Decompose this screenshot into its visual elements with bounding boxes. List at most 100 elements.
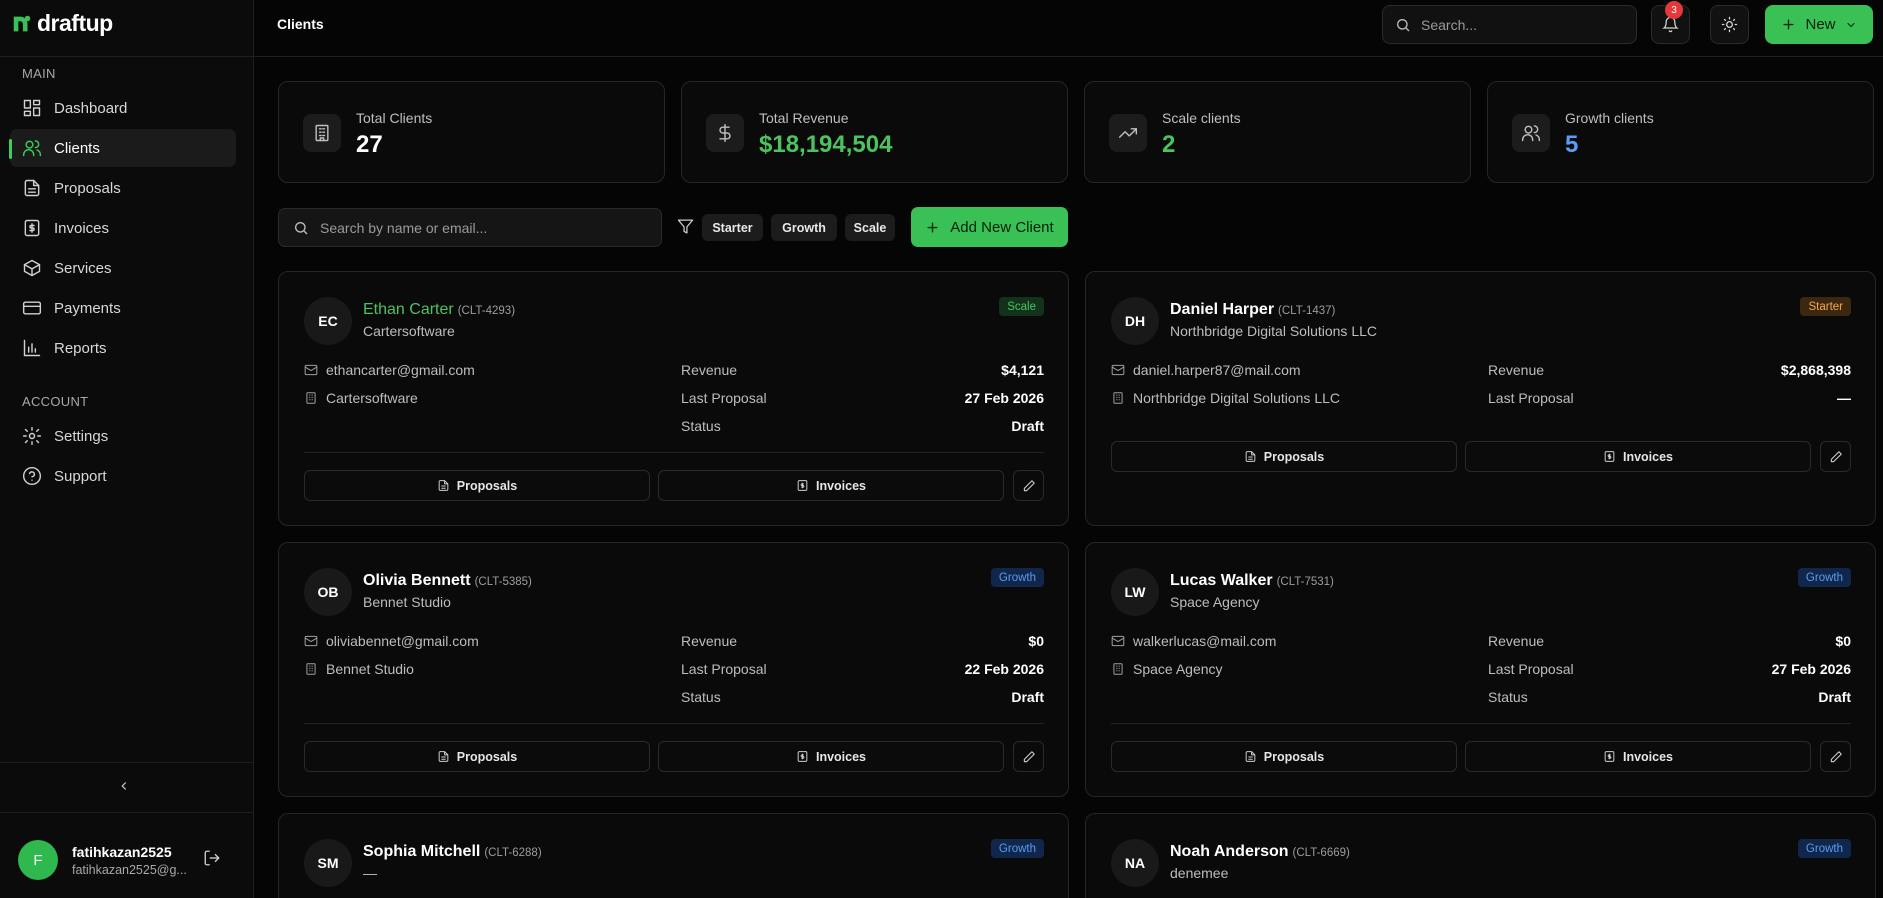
avatar: LW <box>1111 568 1159 616</box>
sidebar-item-label: Proposals <box>54 179 121 197</box>
invoices-button[interactable]: Invoices <box>1465 741 1811 772</box>
invoices-button[interactable]: Invoices <box>658 470 1004 501</box>
sidebar-item-support[interactable]: Support <box>10 457 236 495</box>
plan-badge: Starter <box>1800 297 1851 316</box>
user-email: fatihkazan2525@g... <box>72 862 187 877</box>
sidebar-item-services[interactable]: Services <box>10 249 236 287</box>
receipt-icon <box>1604 751 1615 762</box>
sidebar-item-dashboard[interactable]: Dashboard <box>10 89 236 127</box>
brand-name: draftup <box>37 10 113 36</box>
sidebar-item-label: Payments <box>54 299 121 317</box>
mail-icon <box>304 635 318 647</box>
sidebar-item-reports[interactable]: Reports <box>10 329 236 367</box>
invoices-button[interactable]: Invoices <box>1465 441 1811 472</box>
filter-button[interactable] <box>677 218 695 236</box>
edit-client-button[interactable] <box>1820 741 1851 772</box>
brand-logo[interactable]: draftup <box>11 10 113 37</box>
client-card: OB Olivia Bennett (CLT-5385) Bennet Studi… <box>278 542 1069 797</box>
building-icon <box>1113 663 1123 675</box>
user-profile[interactable]: F fatihkazan2525 fatihkazan2525@g... <box>18 840 187 880</box>
revenue-label: Revenue <box>1488 633 1545 649</box>
chevron-left-icon <box>121 782 127 790</box>
plan-badge: Scale <box>999 297 1044 316</box>
pencil-icon <box>1023 479 1035 491</box>
last-proposal-label: Last Proposal <box>1488 661 1574 677</box>
app-root: draftup MAIN Dashboard Clients Proposals… <box>0 0 1883 898</box>
dollar-icon <box>719 123 731 143</box>
client-company: Bennet Studio <box>363 594 451 610</box>
client-id: (CLT-7531) <box>1276 576 1334 588</box>
file-text-icon <box>24 179 40 197</box>
client-company: Northbridge Digital Solutions LLC <box>1170 323 1377 339</box>
trending-up-icon <box>1118 128 1138 138</box>
help-circle-icon <box>22 466 42 486</box>
client-name[interactable]: Ethan Carter (CLT-4293) <box>363 301 515 319</box>
sidebar-item-clients[interactable]: Clients <box>9 129 236 167</box>
status-label: Status <box>681 418 721 434</box>
filter-chip-growth[interactable]: Growth <box>771 214 837 241</box>
revenue-label: Revenue <box>1488 362 1545 378</box>
client-name[interactable]: Daniel Harper (CLT-1437) <box>1170 301 1335 319</box>
new-button[interactable]: New <box>1765 5 1873 44</box>
last-proposal-label: Last Proposal <box>681 661 767 677</box>
status-label: Status <box>681 689 721 705</box>
sidebar-item-invoices[interactable]: Invoices <box>10 209 236 247</box>
building-icon <box>306 663 316 675</box>
sidebar-item-payments[interactable]: Payments <box>10 289 236 327</box>
filter-chip-starter[interactable]: Starter <box>702 214 763 241</box>
add-new-client-label: Add New Client <box>950 218 1054 236</box>
stat-label: Growth clients <box>1565 110 1654 126</box>
sidebar-divider <box>0 812 254 813</box>
stat-value: 5 <box>1565 131 1579 158</box>
proposals-button[interactable]: Proposals <box>1111 741 1457 772</box>
gear-icon <box>22 426 42 446</box>
add-new-client-button[interactable]: Add New Client <box>911 207 1068 247</box>
file-text-icon <box>438 751 449 762</box>
revenue-value: $0 <box>1835 633 1851 649</box>
plus-icon <box>1783 19 1795 30</box>
edit-client-button[interactable] <box>1013 741 1044 772</box>
edit-client-button[interactable] <box>1820 441 1851 472</box>
client-search-input[interactable] <box>320 219 650 236</box>
notifications-button[interactable]: 3 <box>1651 1 1690 44</box>
client-id: (CLT-6669) <box>1292 847 1350 859</box>
edit-client-button[interactable] <box>1013 470 1044 501</box>
sidebar-item-settings[interactable]: Settings <box>10 417 236 455</box>
new-button-label: New <box>1805 16 1836 33</box>
global-search[interactable] <box>1382 5 1637 44</box>
sidebar-item-label: Services <box>54 259 112 277</box>
stat-value: $18,194,504 <box>759 131 893 158</box>
client-name[interactable]: Sophia Mitchell (CLT-6288) <box>363 843 542 861</box>
client-name[interactable]: Noah Anderson (CLT-6669) <box>1170 843 1350 861</box>
logout-button[interactable] <box>203 849 225 871</box>
client-name[interactable]: Lucas Walker (CLT-7531) <box>1170 572 1334 590</box>
client-search[interactable] <box>278 208 662 247</box>
client-id: (CLT-1437) <box>1278 305 1336 317</box>
global-search-input[interactable] <box>1421 16 1621 33</box>
last-proposal-label: Last Proposal <box>1488 390 1574 406</box>
client-organization: Northbridge Digital Solutions LLC <box>1111 390 1340 406</box>
proposals-button[interactable]: Proposals <box>1111 441 1457 472</box>
stat-icon-wrap <box>1512 114 1550 152</box>
section-label-main: MAIN <box>22 66 56 81</box>
stat-card-total-clients: Total Clients 27 <box>278 81 665 183</box>
last-proposal-value: 27 Feb 2026 <box>964 390 1044 406</box>
sidebar-item-proposals[interactable]: Proposals <box>10 169 236 207</box>
section-label-account: ACCOUNT <box>22 394 89 409</box>
mail-icon <box>1111 635 1125 647</box>
logout-icon <box>204 850 220 866</box>
client-company: denemee <box>1170 865 1229 881</box>
collapse-sidebar-button[interactable] <box>112 774 136 798</box>
revenue-label: Revenue <box>681 633 738 649</box>
client-name[interactable]: Olivia Bennett (CLT-5385) <box>363 572 532 590</box>
proposals-button[interactable]: Proposals <box>304 741 650 772</box>
proposals-button[interactable]: Proposals <box>304 470 650 501</box>
card-divider <box>304 723 1044 724</box>
theme-toggle-button[interactable] <box>1710 5 1749 44</box>
invoices-button[interactable]: Invoices <box>658 741 1004 772</box>
stat-icon-wrap <box>1109 114 1147 152</box>
users-icon <box>1521 125 1541 142</box>
file-text-icon <box>438 480 449 491</box>
filter-chip-scale[interactable]: Scale <box>845 214 895 241</box>
client-company: Cartersoftware <box>363 323 455 339</box>
